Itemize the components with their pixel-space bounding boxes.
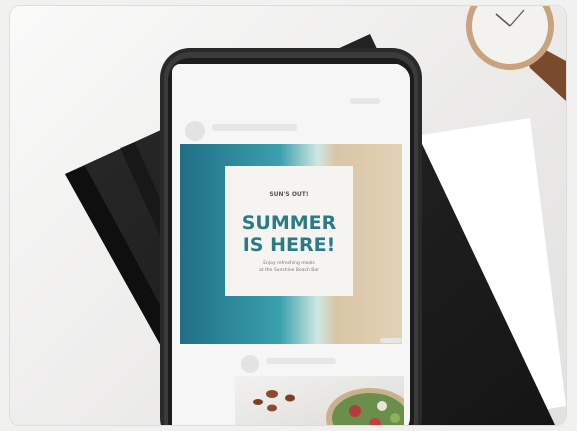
phone-screen: SUN'S OUT! SUMMER IS HERE! Enjoy refresh…	[172, 64, 404, 425]
post-headline-line1: SUMMER	[242, 212, 337, 234]
photo-card: SUN'S OUT! SUMMER IS HERE! Enjoy refresh…	[10, 6, 566, 425]
avatar	[185, 121, 205, 141]
salad-bowl-icon	[235, 376, 404, 425]
post-headline-line2: IS HERE!	[243, 234, 336, 256]
post-caption-line2: at the Sunshine Beach Bar	[259, 267, 319, 273]
avatar	[241, 355, 259, 373]
post-kicker: SUN'S OUT!	[269, 191, 308, 198]
wristwatch-icon	[466, 6, 566, 101]
product-mockup-photo: SUN'S OUT! SUMMER IS HERE! Enjoy refresh…	[65, 6, 566, 425]
post-caption-line1: Enjoy refreshing meals	[263, 260, 315, 266]
